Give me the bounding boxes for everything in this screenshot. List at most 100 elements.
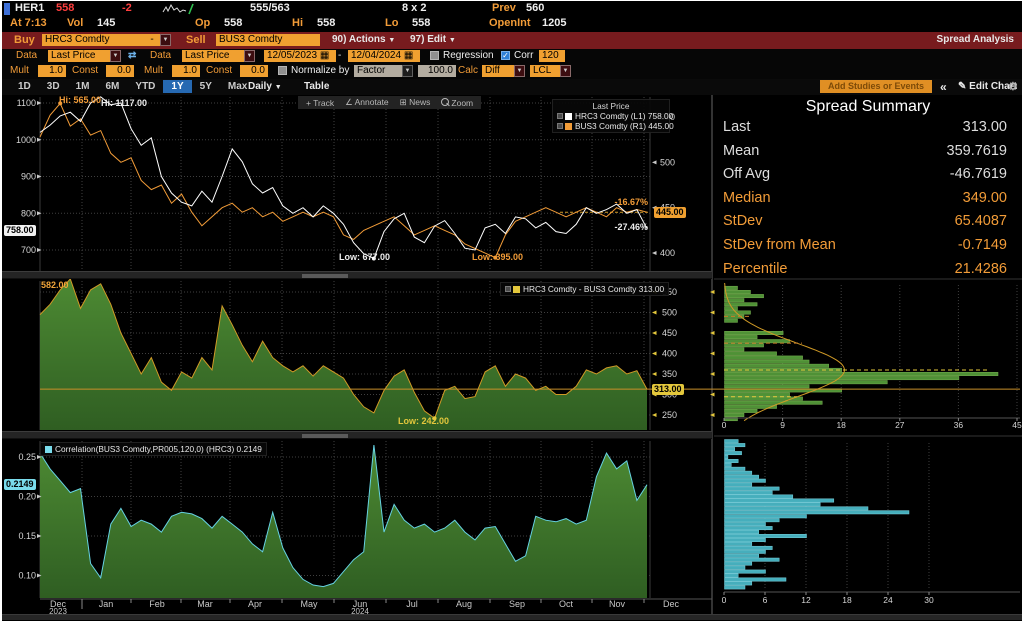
tool-annotate[interactable]: ∠ Annotate	[345, 97, 389, 108]
data2-select[interactable]: Last Price	[182, 50, 246, 62]
summary-row-off-avg: Off Avg-46.7619	[715, 163, 1021, 187]
lcl-select[interactable]: LCL	[530, 65, 562, 77]
calendar-icon: ▦	[320, 50, 329, 61]
svg-text:800: 800	[21, 208, 36, 218]
operator-dropdown[interactable]: ▼	[160, 34, 171, 46]
openint-label: OpenInt	[489, 17, 531, 29]
svg-text:2023: 2023	[49, 607, 67, 614]
factor-value-input[interactable]: 100.0	[418, 65, 456, 77]
summary-value: 359.7619	[947, 140, 1007, 164]
vol-value: 145	[97, 17, 115, 29]
legend-checkbox[interactable]	[557, 113, 563, 119]
svg-text:Sep: Sep	[509, 599, 525, 609]
scrollbar-handle[interactable]	[302, 274, 348, 278]
collapse-icon[interactable]: «	[940, 80, 947, 94]
tool-track[interactable]: + Track	[306, 98, 334, 108]
annotate-icon: ∠	[345, 97, 355, 107]
const1-label: Const	[72, 65, 98, 76]
corr-period-input[interactable]: 120	[539, 50, 565, 62]
mult1-input[interactable]: 1.0	[38, 65, 66, 77]
screenshot-frame: HER1 558 -2 555/563 8 x 2 Prev 560 At 7:…	[0, 0, 1024, 626]
buy-security-input[interactable]: HRC3 Comdty	[42, 34, 146, 46]
add-studies-button[interactable]: Add Studies or Events	[820, 80, 932, 93]
range-tab-ytd[interactable]: YTD	[127, 80, 163, 93]
svg-text:30: 30	[924, 595, 934, 605]
summary-value: 349.00	[963, 187, 1007, 211]
sell-security-input[interactable]: BUS3 Comdty	[216, 34, 320, 46]
calendar-icon: ▦	[404, 50, 413, 61]
svg-text:500: 500	[660, 157, 675, 167]
data1-select[interactable]: Last Price	[48, 50, 112, 62]
price-legend[interactable]: Last Price HRC3 Comdty (L1) 758.00BUS3 C…	[552, 99, 670, 133]
operator-box[interactable]: -	[144, 34, 160, 46]
mult2-input[interactable]: 1.0	[172, 65, 200, 77]
edit-menu[interactable]: 97) Edit ▼	[410, 34, 456, 45]
summary-label: Last	[723, 116, 750, 140]
spread-legend[interactable]: HRC3 Comdty - BUS3 Comdty 313.00	[500, 282, 669, 296]
op-label: Op	[195, 17, 210, 29]
range-tab-3d[interactable]: 3D	[39, 80, 68, 93]
svg-text:450: 450	[662, 328, 677, 338]
const2-input[interactable]: 0.0	[240, 65, 268, 77]
svg-text:Mar: Mar	[197, 599, 213, 609]
scrollbar-top[interactable]	[2, 271, 712, 279]
legend-checkbox[interactable]	[505, 286, 511, 292]
svg-text:500: 500	[662, 308, 677, 318]
screen-title: Spread Analysis	[937, 34, 1014, 45]
svg-text:Aug: Aug	[456, 599, 472, 609]
calc-caret[interactable]: ▼	[514, 65, 525, 77]
legend-checkbox[interactable]	[557, 123, 563, 129]
track-icon: +	[306, 98, 313, 108]
gear-icon[interactable]: ⚙	[1008, 80, 1018, 93]
series-label: HRC3 Comdty (L1) 758.00	[575, 111, 673, 121]
svg-text:9: 9	[780, 420, 785, 430]
pct-hrc3-annotation: -27.46%	[602, 222, 648, 232]
range-tab-1m[interactable]: 1M	[68, 80, 98, 93]
scrollbar-handle[interactable]	[302, 434, 348, 438]
range-tab-6m[interactable]: 6M	[98, 80, 128, 93]
actions-menu[interactable]: 90) Actions ▼	[332, 34, 395, 45]
spread-summary-panel: Spread Summary Last313.00Mean359.7619Off…	[715, 95, 1021, 278]
normalize-checkbox[interactable]	[278, 66, 287, 75]
data1-caret[interactable]: ▼	[110, 50, 121, 62]
regression-checkbox[interactable]	[430, 51, 439, 60]
spread-legend-value: 313.00	[639, 284, 664, 294]
legend-row: BUS3 Comdty (R1) 445.00	[557, 121, 665, 131]
prev-value: 560	[526, 2, 544, 14]
range-tab-1d[interactable]: 1D	[10, 80, 39, 93]
svg-text:700: 700	[21, 245, 36, 255]
tool-zoom[interactable]: Zoom	[441, 98, 473, 108]
svg-text:2024: 2024	[351, 607, 369, 614]
lcl-caret[interactable]: ▼	[560, 65, 571, 77]
date-to-input[interactable]: 12/04/2024 ▦	[348, 50, 420, 62]
summary-label: StDev	[723, 210, 763, 234]
tool-news[interactable]: ⊞ News	[400, 97, 431, 108]
corr-label: Corr	[514, 50, 533, 61]
factor-select[interactable]: Factor	[354, 65, 404, 77]
data1-label: Data	[16, 50, 37, 61]
summary-value: 65.4087	[955, 210, 1007, 234]
svg-text:12: 12	[801, 595, 811, 605]
data2-caret[interactable]: ▼	[244, 50, 255, 62]
svg-text:36: 36	[954, 420, 964, 430]
scrollbar-bottom[interactable]	[2, 431, 712, 439]
period-select[interactable]: Daily ▼	[248, 81, 282, 92]
spread-low-annotation: Low: 242.00	[398, 416, 449, 426]
swap-icon[interactable]: ⇄	[128, 50, 136, 61]
quote-bar: HER1 558 -2 555/563 8 x 2 Prev 560 At 7:…	[2, 1, 1022, 32]
svg-text:0: 0	[722, 595, 727, 605]
calc-select[interactable]: Diff	[482, 65, 516, 77]
hrc3-last-badge: 758.00	[4, 225, 36, 236]
factor-caret[interactable]: ▼	[402, 65, 413, 77]
const1-input[interactable]: 0.0	[106, 65, 134, 77]
summary-row-last: Last313.00	[715, 116, 1021, 140]
hi-hrc3-annotation: Hi: 1117.00	[101, 98, 147, 108]
corr-checkbox[interactable]: ✓	[501, 51, 510, 60]
op-value: 558	[224, 17, 242, 29]
date-from-input[interactable]: 12/05/2023 ▦	[264, 50, 336, 62]
correlation-legend[interactable]: Correlation(BUS3 Comdty,PR005,120,0) (HR…	[40, 442, 267, 456]
range-tab-5y[interactable]: 5Y	[192, 80, 220, 93]
range-tab-1y[interactable]: 1Y	[163, 80, 191, 93]
table-button[interactable]: Table	[304, 81, 329, 92]
const2-label: Const	[206, 65, 232, 76]
